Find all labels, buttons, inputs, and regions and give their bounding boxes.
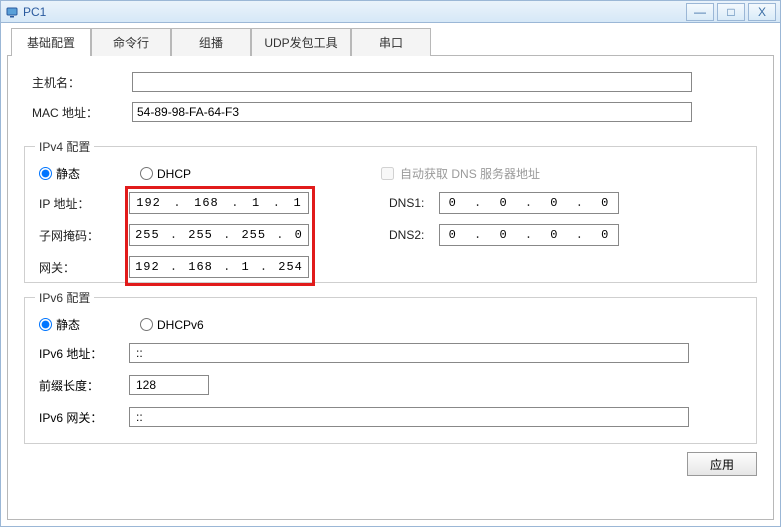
ipv6-static-radio[interactable]: 静态 [39, 316, 80, 333]
ip-input[interactable]: 192. 168. 1. 1 [129, 192, 309, 214]
tab-serial[interactable]: 串口 [351, 28, 431, 56]
ip-label: IP 地址： [39, 195, 129, 212]
ipv6-addr-input[interactable] [129, 343, 689, 363]
tab-basic[interactable]: 基础配置 [11, 28, 91, 56]
dns1-label: DNS1: [389, 196, 439, 210]
ipv4-dhcp-radio[interactable]: DHCP [140, 167, 191, 181]
body: 基础配置 命令行 组播 UDP发包工具 串口 主机名： MAC 地址： IPv4… [1, 23, 780, 526]
footer: 应用 [24, 444, 757, 476]
minimize-button[interactable]: — [686, 3, 714, 21]
window-title: PC1 [23, 5, 683, 19]
tab-udp[interactable]: UDP发包工具 [251, 28, 351, 56]
ipv6-gw-label: IPv6 网关： [39, 409, 129, 426]
tab-content: 主机名： MAC 地址： IPv4 配置 静态 [7, 55, 774, 520]
dns1-input[interactable]: 0. 0. 0. 0 [439, 192, 619, 214]
app-window: PC1 — □ X 基础配置 命令行 组播 UDP发包工具 串口 主机名： MA… [0, 0, 781, 527]
hostname-label: 主机名： [32, 74, 132, 91]
auto-dns-checkbox[interactable]: 自动获取 DNS 服务器地址 [381, 165, 540, 182]
mask-input[interactable]: 255. 255. 255. 0 [129, 224, 309, 246]
dns2-input[interactable]: 0. 0. 0. 0 [439, 224, 619, 246]
ipv6-addr-label: IPv6 地址： [39, 345, 129, 362]
ipv6-legend: IPv6 配置 [35, 289, 94, 306]
ipv6-prefix-input[interactable] [129, 375, 209, 395]
ipv6-group: IPv6 配置 静态 DHCPv6 IPv6 地址： [24, 289, 757, 444]
ipv4-group: IPv4 配置 静态 DHCP 自动获取 DN [24, 138, 757, 283]
mask-label: 子网掩码： [39, 227, 129, 244]
ipv4-legend: IPv4 配置 [35, 138, 94, 155]
ipv6-prefix-label: 前缀长度： [39, 377, 129, 394]
close-button[interactable]: X [748, 3, 776, 21]
tab-multicast[interactable]: 组播 [171, 28, 251, 56]
dns2-label: DNS2: [389, 228, 439, 242]
ipv6-gw-input[interactable] [129, 407, 689, 427]
mac-input[interactable] [132, 102, 692, 122]
hostname-input[interactable] [132, 72, 692, 92]
app-icon [5, 5, 19, 19]
mac-label: MAC 地址： [32, 104, 132, 121]
tab-cli[interactable]: 命令行 [91, 28, 171, 56]
ipv6-dhcp-radio[interactable]: DHCPv6 [140, 318, 204, 332]
maximize-button[interactable]: □ [717, 3, 745, 21]
ipv4-static-radio[interactable]: 静态 [39, 165, 80, 182]
gateway-input[interactable]: 192. 168. 1. 254 [129, 256, 309, 278]
apply-button[interactable]: 应用 [687, 452, 757, 476]
titlebar: PC1 — □ X [1, 1, 780, 23]
gw-label: 网关： [39, 259, 129, 276]
tab-bar: 基础配置 命令行 组播 UDP发包工具 串口 [11, 27, 774, 55]
